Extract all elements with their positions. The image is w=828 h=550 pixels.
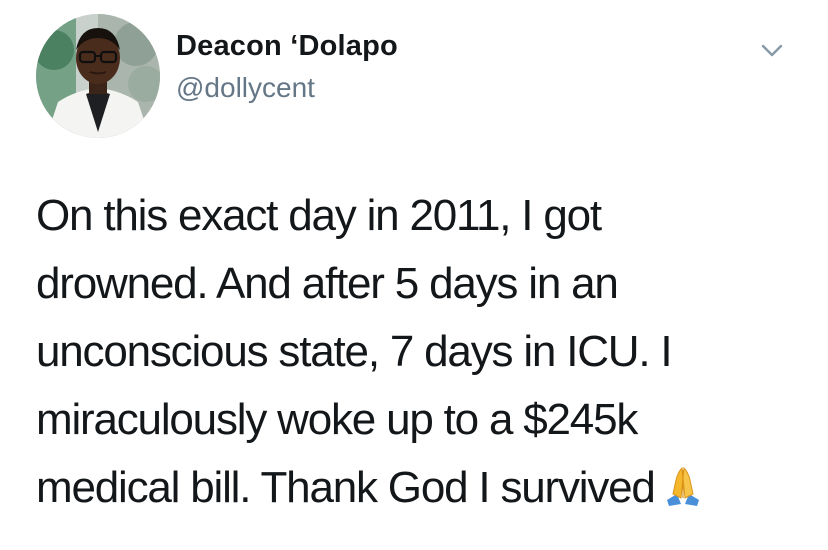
tweet-text-line: medical bill. Thank God I survived bbox=[36, 463, 656, 512]
author-handle[interactable]: @dollycent bbox=[176, 72, 315, 104]
tweet-text-line: On this exact day in 2011, I got bbox=[36, 191, 602, 240]
tweet-text-line: unconscious state, 7 days in ICU. I bbox=[36, 327, 673, 376]
author-name[interactable]: Deacon ‘Dolapo bbox=[176, 30, 398, 63]
tweet-card: Deacon ‘Dolapo @dollycent On this exact … bbox=[0, 0, 828, 550]
chevron-down-icon[interactable] bbox=[754, 36, 790, 66]
tweet-text-line: miraculously woke up to a $245k bbox=[36, 395, 638, 444]
tweet-text-last-line: medical bill. Thank God I survived bbox=[36, 454, 806, 522]
tweet-text-line: drowned. And after 5 days in an bbox=[36, 259, 619, 308]
avatar-photo bbox=[36, 14, 160, 138]
tweet-text: On this exact day in 2011, I got drowned… bbox=[36, 182, 806, 522]
avatar[interactable] bbox=[36, 14, 160, 138]
folded-hands-icon bbox=[661, 460, 705, 528]
